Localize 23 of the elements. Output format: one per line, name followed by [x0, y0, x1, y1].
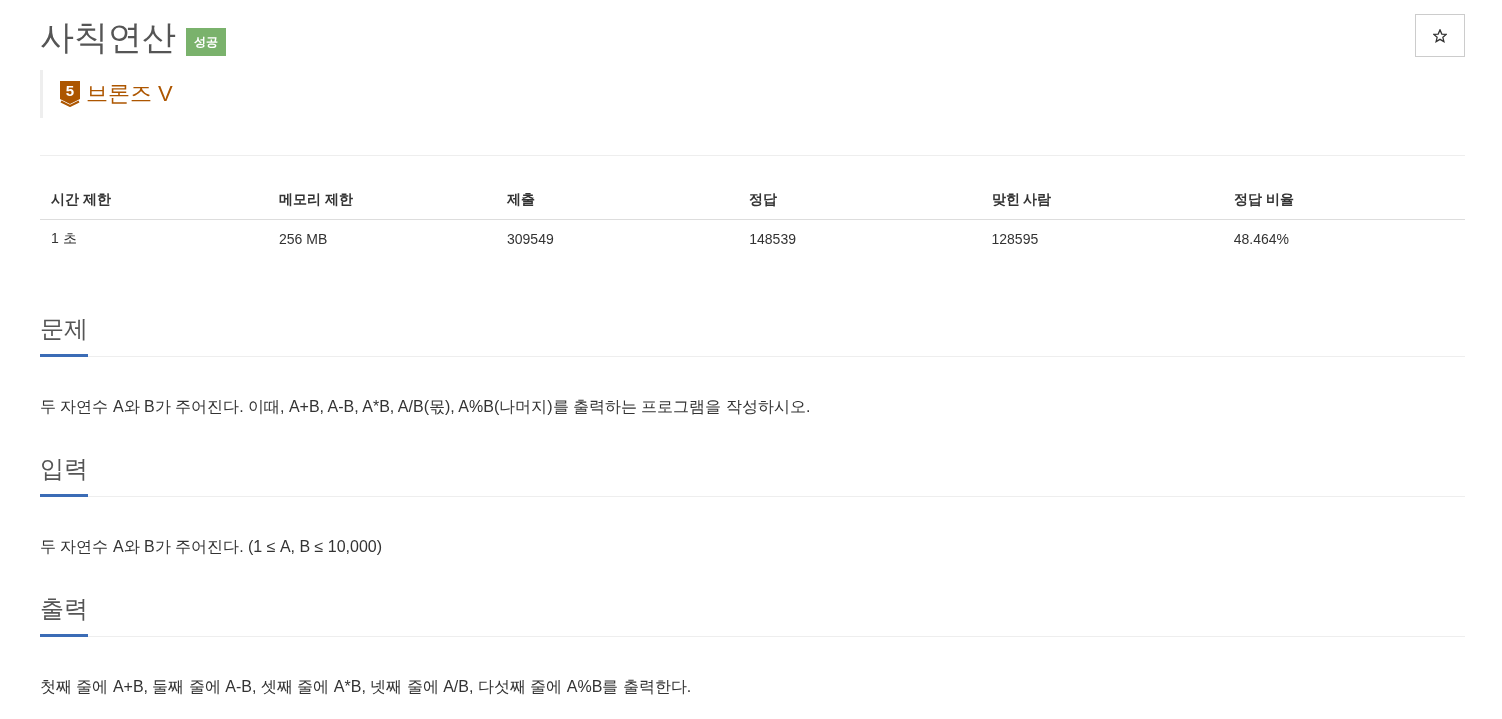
tier-label: 브론즈 V [86, 80, 173, 108]
column-header: 정답 비율 [1222, 181, 1465, 220]
table-cell: 309549 [496, 219, 739, 258]
table-cell: 48.464% [1222, 219, 1465, 258]
result-badge: 성공 [186, 28, 226, 56]
section-text: 두 자연수 A와 B가 주어진다. 이때, A+B, A-B, A*B, A/B(몫), A%B(나머지)를 출력하는 프로그램을 작성하시오. [40, 397, 812, 417]
column-header: 시간 제한 [40, 181, 268, 220]
section-heading: 문제 [40, 312, 88, 357]
section-text: 첫째 줄에 A+B, 둘째 줄에 A-B, 셋째 줄에 A*B, 넷째 줄에 A/B, 다섯째 줄에 A%B를 출력한다. [40, 677, 693, 697]
table-cell: 1 초 [40, 219, 268, 258]
section-text: 두 자연수 A와 B가 주어진다. (1 ≤ A, B ≤ 10,000) [40, 537, 384, 557]
column-header: 정답 [738, 181, 981, 220]
section-heading: 출력 [40, 592, 88, 637]
problem-title: 사칙연산 [40, 17, 176, 58]
tier-number: 5 [64, 82, 76, 99]
column-header: 메모리 제한 [268, 181, 496, 220]
column-header: 맞힌 사람 [980, 181, 1223, 220]
table-cell: 148539 [738, 219, 981, 258]
column-header: 제출 [496, 181, 739, 220]
favorite-button[interactable] [1415, 14, 1465, 57]
section-heading: 입력 [40, 452, 88, 497]
table-cell: 256 MB [268, 219, 496, 258]
table-cell: 128595 [980, 219, 1223, 258]
